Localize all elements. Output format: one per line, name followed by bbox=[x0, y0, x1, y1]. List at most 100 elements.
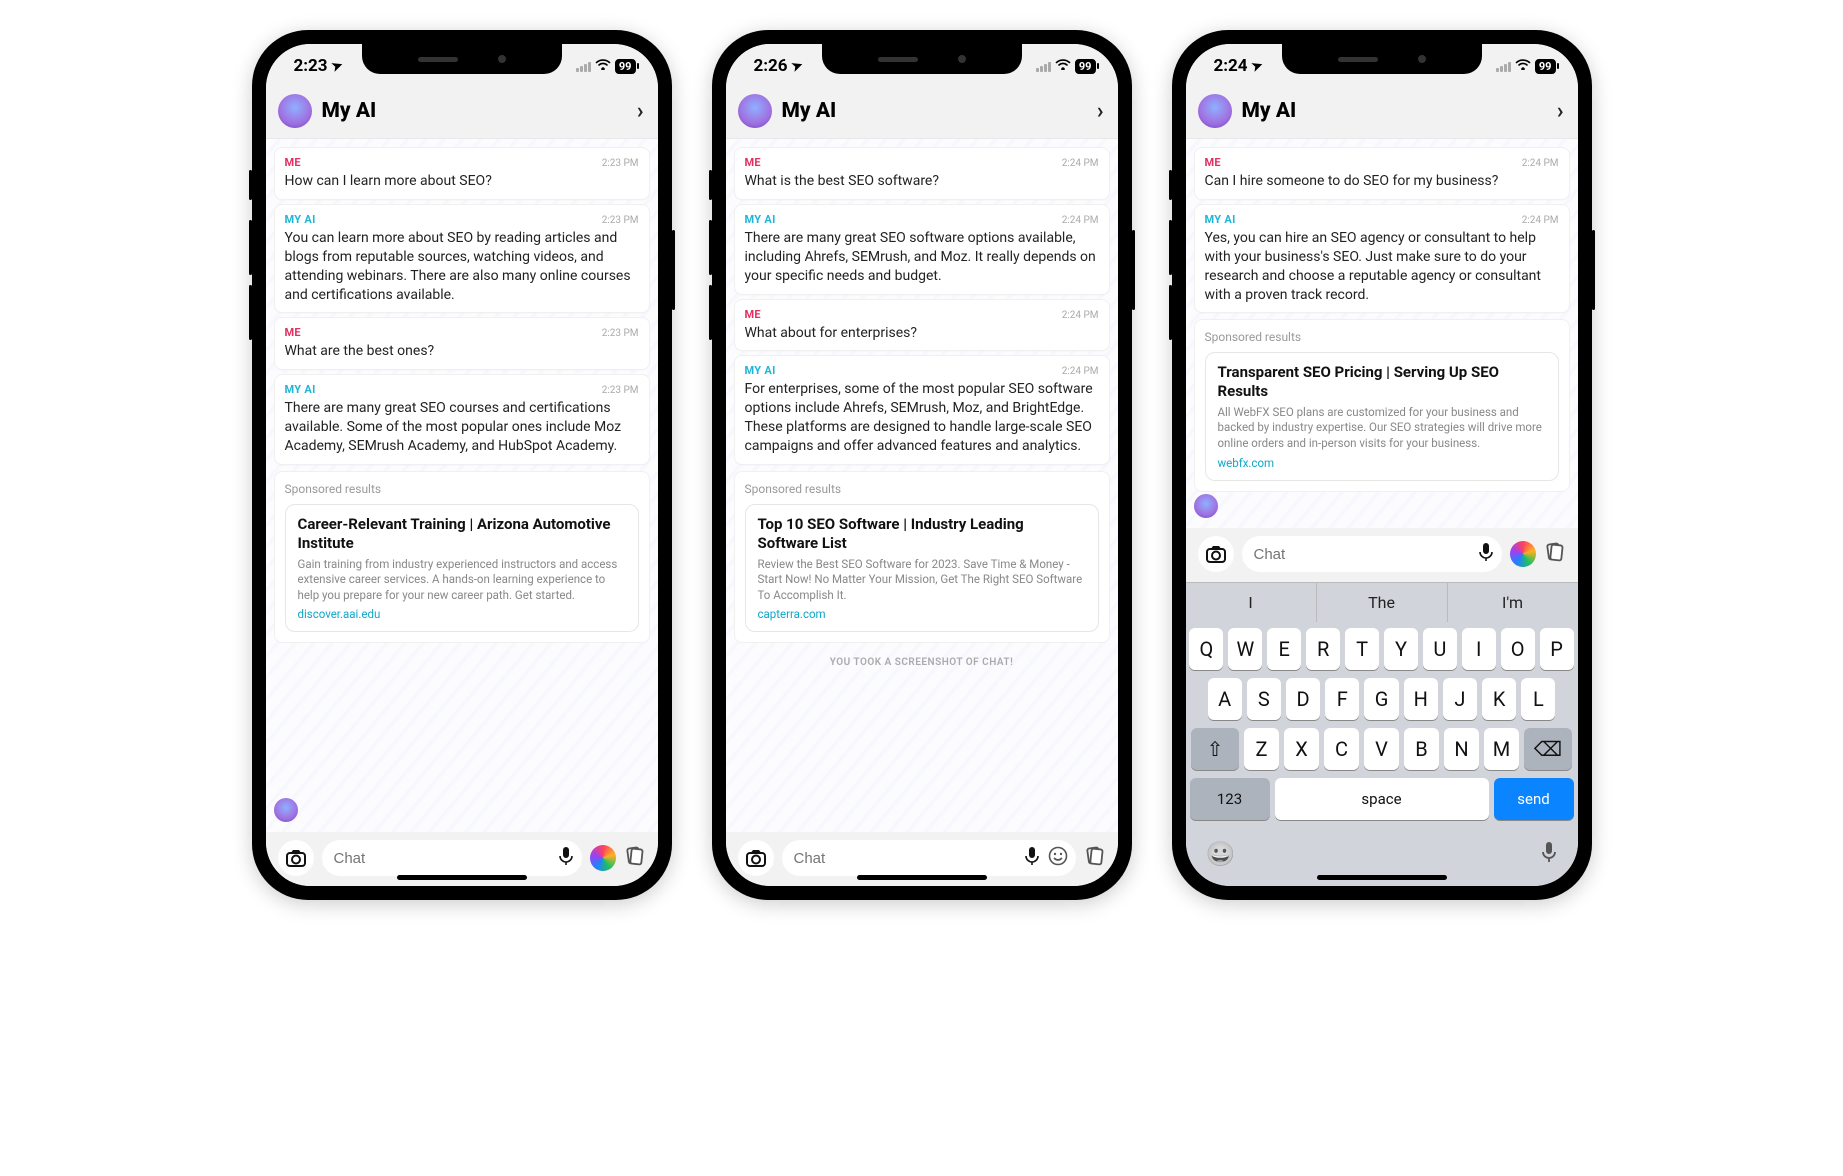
chevron-right-icon[interactable]: › bbox=[1097, 99, 1104, 124]
camera-button[interactable] bbox=[1198, 536, 1234, 572]
chat-message[interactable]: ME2:24 PMCan I hire someone to do SEO fo… bbox=[1194, 147, 1570, 200]
numeric-key[interactable]: 123 bbox=[1190, 778, 1270, 820]
sponsored-ad-card[interactable]: Career-Relevant Training | Arizona Autom… bbox=[285, 504, 639, 632]
chat-message[interactable]: MY AI2:24 PMFor enterprises, some of the… bbox=[734, 355, 1110, 465]
microphone-icon[interactable] bbox=[1024, 846, 1040, 870]
chat-message[interactable]: ME2:24 PMWhat about for enterprises? bbox=[734, 299, 1110, 352]
card-stack-icon[interactable] bbox=[624, 845, 646, 871]
card-stack-icon[interactable] bbox=[1084, 845, 1106, 871]
keyboard-key[interactable]: S bbox=[1247, 678, 1281, 720]
keyboard-suggestions: ITheI'm bbox=[1186, 582, 1578, 622]
keyboard-key[interactable]: R bbox=[1306, 628, 1340, 670]
backspace-key[interactable]: ⌫ bbox=[1524, 728, 1572, 770]
phone-side-button bbox=[709, 220, 712, 275]
keyboard-key[interactable]: M bbox=[1484, 728, 1519, 770]
chat-header[interactable]: My AI› bbox=[266, 88, 658, 139]
keyboard-key[interactable]: H bbox=[1404, 678, 1438, 720]
keyboard-key[interactable]: K bbox=[1482, 678, 1516, 720]
chat-header[interactable]: My AI› bbox=[1186, 88, 1578, 139]
chat-message[interactable]: MY AI2:23 PMYou can learn more about SEO… bbox=[274, 204, 650, 314]
microphone-icon[interactable] bbox=[558, 846, 574, 870]
ad-description: All WebFX SEO plans are customized for y… bbox=[1218, 405, 1546, 452]
space-key[interactable]: space bbox=[1275, 778, 1489, 820]
keyboard-key[interactable]: Q bbox=[1189, 628, 1223, 670]
shift-key[interactable]: ⇧ bbox=[1191, 728, 1239, 770]
emoji-keyboard-icon[interactable]: 😀 bbox=[1206, 840, 1236, 870]
keyboard-key[interactable]: V bbox=[1364, 728, 1399, 770]
wifi-icon bbox=[595, 58, 611, 74]
cellular-signal-icon bbox=[576, 60, 591, 72]
keyboard-key[interactable]: A bbox=[1208, 678, 1242, 720]
wifi-icon bbox=[1055, 58, 1071, 74]
chat-input-field[interactable] bbox=[322, 840, 582, 876]
keyboard-suggestion[interactable]: The bbox=[1316, 583, 1448, 622]
message-sender: ME bbox=[285, 156, 301, 169]
chat-message[interactable]: MY AI2:23 PMThere are many great SEO cou… bbox=[274, 374, 650, 465]
chat-text-input[interactable] bbox=[794, 850, 1016, 867]
keyboard-key[interactable]: X bbox=[1284, 728, 1319, 770]
message-list[interactable]: ME2:24 PMWhat is the best SEO software?M… bbox=[726, 139, 1118, 832]
ad-link[interactable]: capterra.com bbox=[758, 607, 1086, 621]
home-indicator[interactable] bbox=[1317, 875, 1447, 880]
chat-text-input[interactable] bbox=[1254, 546, 1470, 563]
keyboard-key[interactable]: T bbox=[1345, 628, 1379, 670]
home-indicator[interactable] bbox=[857, 875, 987, 880]
ai-avatar-small[interactable] bbox=[274, 798, 298, 822]
keyboard-key[interactable]: L bbox=[1521, 678, 1555, 720]
send-key[interactable]: send bbox=[1494, 778, 1574, 820]
chat-input-field[interactable] bbox=[1242, 536, 1502, 572]
sponsored-ad-card[interactable]: Top 10 SEO Software | Industry Leading S… bbox=[745, 504, 1099, 632]
screenshot-banner: YOU TOOK A SCREENSHOT OF CHAT! bbox=[734, 649, 1110, 676]
keyboard-key[interactable]: O bbox=[1501, 628, 1535, 670]
keyboard-key[interactable]: G bbox=[1364, 678, 1398, 720]
ad-link[interactable]: discover.aai.edu bbox=[298, 607, 626, 621]
chat-header[interactable]: My AI› bbox=[726, 88, 1118, 139]
keyboard-suggestion[interactable]: I bbox=[1186, 583, 1316, 622]
keyboard-key[interactable]: D bbox=[1286, 678, 1320, 720]
games-icon[interactable] bbox=[590, 845, 616, 871]
dictation-icon[interactable] bbox=[1540, 840, 1558, 870]
chat-message[interactable]: ME2:23 PMWhat are the best ones? bbox=[274, 317, 650, 370]
cellular-signal-icon bbox=[1036, 60, 1051, 72]
keyboard-key[interactable]: J bbox=[1443, 678, 1477, 720]
camera-button[interactable] bbox=[278, 840, 314, 876]
keyboard-key[interactable]: I bbox=[1462, 628, 1496, 670]
games-icon[interactable] bbox=[1510, 541, 1536, 567]
keyboard-key[interactable]: E bbox=[1267, 628, 1301, 670]
chat-message[interactable]: MY AI2:24 PMYes, you can hire an SEO age… bbox=[1194, 204, 1570, 314]
home-indicator[interactable] bbox=[397, 875, 527, 880]
microphone-icon[interactable] bbox=[1478, 542, 1494, 566]
chevron-right-icon[interactable]: › bbox=[1557, 99, 1564, 124]
keyboard-key[interactable]: Z bbox=[1244, 728, 1279, 770]
status-indicators: 99 bbox=[576, 58, 636, 74]
chat-message[interactable]: ME2:24 PMWhat is the best SEO software? bbox=[734, 147, 1110, 200]
keyboard-key[interactable]: U bbox=[1423, 628, 1457, 670]
keyboard-key[interactable]: F bbox=[1325, 678, 1359, 720]
chat-message[interactable]: MY AI2:24 PMThere are many great SEO sof… bbox=[734, 204, 1110, 295]
phone-side-button bbox=[249, 170, 252, 200]
smiley-icon[interactable] bbox=[1048, 846, 1068, 870]
keyboard-key[interactable]: W bbox=[1228, 628, 1262, 670]
message-list[interactable]: ME2:23 PMHow can I learn more about SEO?… bbox=[266, 139, 658, 832]
chat-text-input[interactable] bbox=[334, 850, 550, 867]
keyboard-key[interactable]: P bbox=[1540, 628, 1574, 670]
keyboard: QWERTYUIOP ASDFGHJKL ⇧ZXCVBNM⌫ 123spacesend bbox=[1186, 622, 1578, 832]
chat-message[interactable]: ME2:23 PMHow can I learn more about SEO? bbox=[274, 147, 650, 200]
camera-button[interactable] bbox=[738, 840, 774, 876]
sponsored-block: Sponsored resultsTop 10 SEO Software | I… bbox=[734, 471, 1110, 643]
ai-avatar[interactable] bbox=[278, 94, 312, 128]
keyboard-key[interactable]: B bbox=[1404, 728, 1439, 770]
keyboard-suggestion[interactable]: I'm bbox=[1448, 583, 1578, 622]
ai-avatar[interactable] bbox=[738, 94, 772, 128]
chevron-right-icon[interactable]: › bbox=[637, 99, 644, 124]
ai-avatar[interactable] bbox=[1198, 94, 1232, 128]
keyboard-key[interactable]: Y bbox=[1384, 628, 1418, 670]
card-stack-icon[interactable] bbox=[1544, 541, 1566, 567]
message-list[interactable]: ME2:24 PMCan I hire someone to do SEO fo… bbox=[1186, 139, 1578, 528]
keyboard-key[interactable]: N bbox=[1444, 728, 1479, 770]
chat-input-field[interactable] bbox=[782, 840, 1076, 876]
sponsored-ad-card[interactable]: Transparent SEO Pricing | Serving Up SEO… bbox=[1205, 352, 1559, 480]
ai-avatar-small[interactable] bbox=[1194, 494, 1218, 518]
keyboard-key[interactable]: C bbox=[1324, 728, 1359, 770]
ad-link[interactable]: webfx.com bbox=[1218, 456, 1546, 470]
